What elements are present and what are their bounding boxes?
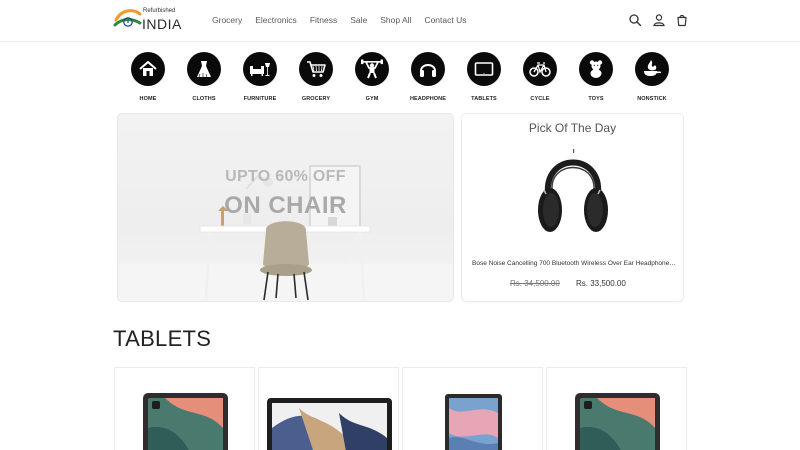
category-cycle[interactable]: CYCLE — [512, 50, 568, 108]
category-nonstick-circle — [635, 52, 669, 86]
promo-banner[interactable]: UPTO 60% OFF ON CHAIR — [118, 114, 453, 301]
site-logo[interactable]: Refurbished INDIA — [113, 6, 193, 36]
sofa-lamp-icon — [250, 63, 270, 76]
category-strip: HOME CLOTHS FURNITURE GROCERY GYM HEADPH… — [120, 50, 680, 108]
banner-subheadline: ON CHAIR — [224, 192, 347, 219]
category-cloths-circle — [187, 52, 221, 86]
pick-old-price: Rs. 34,500.00 — [510, 279, 560, 288]
nav-grocery[interactable]: Grocery — [212, 15, 242, 25]
pan-flame-icon — [644, 60, 661, 76]
category-label: NONSTICK — [637, 96, 667, 102]
site-header: Refurbished INDIA Grocery Electronics Fi… — [0, 0, 800, 42]
house-icon — [139, 61, 157, 76]
product-image[interactable] — [259, 368, 400, 450]
category-toys[interactable]: TOYS — [568, 50, 624, 108]
pick-product-image[interactable] — [534, 142, 612, 238]
category-label: FURNITURE — [243, 96, 277, 102]
category-label: CYCLE — [530, 96, 550, 102]
product-card[interactable] — [114, 367, 255, 450]
weightlifter-icon — [361, 59, 383, 79]
category-grocery[interactable]: GROCERY — [288, 50, 344, 108]
logo-swoosh-icon — [113, 9, 142, 27]
headphone-icon — [420, 64, 436, 77]
main-nav: Grocery Electronics Fitness Sale Shop Al… — [212, 15, 479, 25]
nav-electronics[interactable]: Electronics — [255, 15, 297, 25]
category-headphone[interactable]: HEADPHONE — [400, 50, 456, 108]
search-icon[interactable] — [628, 13, 642, 27]
category-label: TOYS — [588, 96, 604, 102]
category-gym[interactable]: GYM — [344, 50, 400, 108]
category-nonstick[interactable]: NONSTICK — [624, 50, 680, 108]
pick-of-the-day-card[interactable]: Pick Of The Day Bose Noise Cancelling 70… — [462, 114, 683, 301]
logo-wordmark: INDIA — [142, 16, 182, 32]
category-toys-circle — [579, 52, 613, 86]
category-furniture[interactable]: FURNITURE — [232, 50, 288, 108]
cart-icon[interactable] — [675, 13, 689, 27]
pick-title: Pick Of The Day — [528, 121, 617, 135]
product-card[interactable] — [402, 367, 543, 450]
section-title: TABLETS — [113, 326, 212, 351]
bicycle-icon — [529, 62, 551, 77]
category-cloths[interactable]: CLOTHS — [176, 50, 232, 108]
category-tablets-circle — [467, 52, 501, 86]
category-grocery-circle — [299, 52, 333, 86]
category-label: TABLETS — [471, 96, 497, 102]
pick-sale-price: Rs. 33,500.00 — [576, 279, 626, 288]
nav-contact-us[interactable]: Contact Us — [424, 15, 466, 25]
account-icon[interactable] — [652, 13, 666, 27]
category-home[interactable]: HOME — [120, 50, 176, 108]
category-headphone-circle — [411, 52, 445, 86]
product-image[interactable] — [547, 368, 688, 450]
product-image[interactable] — [115, 368, 256, 450]
product-card[interactable] — [258, 367, 399, 450]
category-label: HOME — [139, 96, 157, 102]
category-tablets[interactable]: TABLETS — [456, 50, 512, 108]
nav-fitness[interactable]: Fitness — [310, 15, 337, 25]
category-label: HEADPHONE — [409, 96, 447, 102]
nav-shop-all[interactable]: Shop All — [380, 15, 411, 25]
product-card[interactable] — [546, 367, 687, 450]
logo-tagline: Refurbished — [143, 8, 176, 14]
category-label: GROCERY — [301, 96, 331, 102]
pick-product-name[interactable]: Bose Noise Cancelling 700 Bluetooth Wire… — [472, 260, 677, 267]
category-furniture-circle — [243, 52, 277, 86]
category-label: CLOTHS — [192, 96, 216, 102]
category-gym-circle — [355, 52, 389, 86]
product-image[interactable] — [403, 368, 544, 450]
nav-sale[interactable]: Sale — [350, 15, 367, 25]
tablet-icon — [474, 62, 494, 76]
category-label: GYM — [365, 96, 379, 102]
category-cycle-circle — [523, 52, 557, 86]
shopping-cart-icon — [307, 61, 326, 77]
dress-icon — [197, 61, 211, 78]
banner-headline: UPTO 60% OFF — [225, 168, 346, 185]
teddy-icon — [589, 60, 603, 78]
category-home-circle — [131, 52, 165, 86]
